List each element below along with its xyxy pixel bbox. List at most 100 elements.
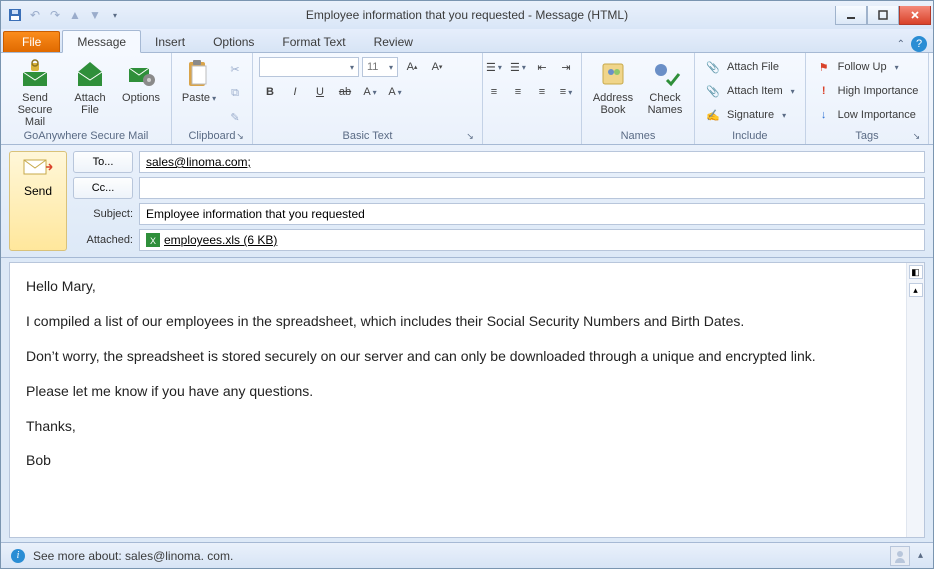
- ribbon-tabs: File Message Insert Options Format Text …: [1, 29, 933, 53]
- paperclip-icon: 📎: [705, 59, 721, 75]
- body-line: I compiled a list of our employees in th…: [26, 312, 890, 331]
- group-zoom: Zoom Zoom: [929, 53, 934, 144]
- tab-file[interactable]: File: [3, 31, 60, 52]
- envelope-gear-icon: [125, 58, 157, 90]
- tab-options[interactable]: Options: [199, 31, 268, 52]
- high-importance-button[interactable]: !High Importance: [812, 80, 923, 102]
- tab-message[interactable]: Message: [62, 30, 141, 53]
- underline-button[interactable]: U: [309, 81, 331, 103]
- statusbar: i See more about: sales@linoma. com. ▴: [1, 542, 933, 568]
- tab-format-text[interactable]: Format Text: [268, 31, 359, 52]
- close-button[interactable]: [899, 6, 931, 25]
- window-title: Employee information that you requested …: [306, 8, 628, 22]
- signature-button[interactable]: ✍Signature▾: [701, 104, 799, 126]
- group-paragraph: ☰▾ ☰▾ ⇤ ⇥ ≡ ≡ ≡ ≡▾: [483, 53, 582, 144]
- body-line: Don’t worry, the spreadsheet is stored s…: [26, 347, 890, 366]
- to-button[interactable]: To...: [73, 151, 133, 173]
- compose-header: Send To... sales@linoma.com; Cc... Subje…: [1, 145, 933, 258]
- people-pane-toggle-icon[interactable]: ▴: [918, 550, 923, 561]
- format-painter-button[interactable]: ✎: [224, 106, 246, 128]
- numbering-button[interactable]: ☰▾: [507, 56, 529, 78]
- check-names-icon: [649, 58, 681, 90]
- subject-label: Subject:: [73, 208, 133, 220]
- shrink-font-button[interactable]: A▾: [426, 56, 448, 78]
- tab-insert[interactable]: Insert: [141, 31, 199, 52]
- font-name-combo[interactable]: ▾: [259, 57, 359, 77]
- ribbon-collapse-icon[interactable]: ⌃: [897, 39, 905, 50]
- undo-icon[interactable]: ↶: [27, 7, 43, 23]
- tab-review[interactable]: Review: [360, 31, 427, 52]
- body-line: Thanks,: [26, 417, 890, 436]
- titlebar: ↶ ↷ ▲ ▼ ▾ Employee information that you …: [1, 1, 933, 29]
- italic-button[interactable]: I: [284, 81, 306, 103]
- align-right-button[interactable]: ≡: [531, 81, 553, 103]
- check-names-button[interactable]: Check Names: [642, 56, 688, 116]
- font-size-combo[interactable]: 11▾: [362, 57, 398, 77]
- secure-options-button[interactable]: Options: [117, 56, 165, 104]
- bullets-button[interactable]: ☰▾: [483, 56, 505, 78]
- next-item-icon[interactable]: ▼: [87, 7, 103, 23]
- contact-avatar[interactable]: [890, 546, 910, 566]
- envelope-send-icon: [22, 158, 54, 178]
- line-spacing-button[interactable]: ≡▾: [555, 81, 577, 103]
- highlight-button[interactable]: A▾: [359, 81, 381, 103]
- cut-button[interactable]: ✂: [224, 58, 246, 80]
- outdent-button[interactable]: ⇤: [531, 56, 553, 78]
- follow-up-button[interactable]: ⚑Follow Up▾: [812, 56, 923, 78]
- save-icon[interactable]: [7, 7, 23, 23]
- previous-item-icon[interactable]: ▲: [67, 7, 83, 23]
- secure-attach-file-button[interactable]: Attach File: [67, 56, 113, 116]
- group-label: Basic Text: [343, 130, 393, 142]
- indent-button[interactable]: ⇥: [555, 56, 577, 78]
- window-controls: [835, 6, 933, 25]
- body-line: Bob: [26, 451, 890, 470]
- attach-item-button[interactable]: 📎Attach Item▾: [701, 80, 799, 102]
- scroll-up-icon[interactable]: ▴: [909, 283, 923, 297]
- ruler-toggle-icon[interactable]: ◧: [909, 265, 923, 279]
- scissors-icon: ✂: [230, 63, 239, 76]
- dialog-launcher-icon[interactable]: ↘: [910, 130, 922, 142]
- cc-field[interactable]: [139, 177, 925, 199]
- paste-button[interactable]: Paste▾: [178, 56, 220, 105]
- redo-icon[interactable]: ↷: [47, 7, 63, 23]
- group-goanywhere: Send Secure Mail Attach File Options GoA…: [1, 53, 172, 144]
- outlook-compose-window: ↶ ↷ ▲ ▼ ▾ Employee information that you …: [0, 0, 934, 569]
- excel-file-icon: X: [146, 233, 160, 247]
- clipboard-icon: [183, 58, 215, 90]
- qat-customize-icon[interactable]: ▾: [107, 7, 123, 23]
- cc-button[interactable]: Cc...: [73, 177, 133, 199]
- info-icon[interactable]: i: [11, 549, 25, 563]
- to-field[interactable]: sales@linoma.com;: [139, 151, 925, 173]
- down-arrow-icon: ↓: [816, 107, 832, 123]
- group-tags: ⚑Follow Up▾ !High Importance ↓Low Import…: [806, 53, 930, 144]
- align-left-button[interactable]: ≡: [483, 81, 505, 103]
- copy-button[interactable]: ⧉: [224, 82, 246, 104]
- group-basic-text: ▾ 11▾ A▴ A▾ B I U ab A▾ A▾ Basic Text ↘: [253, 53, 483, 144]
- grow-font-button[interactable]: A▴: [401, 56, 423, 78]
- attachment-item[interactable]: X employees.xls (6 KB): [139, 229, 925, 251]
- message-body[interactable]: Hello Mary, I compiled a list of our emp…: [10, 263, 906, 537]
- group-label: Names: [588, 130, 688, 144]
- subject-field[interactable]: Employee information that you requested: [139, 203, 925, 225]
- send-button[interactable]: Send: [9, 151, 67, 251]
- address-book-button[interactable]: Address Book: [588, 56, 638, 116]
- attach-item-icon: 📎: [705, 83, 721, 99]
- envelope-open-icon: [74, 58, 106, 90]
- status-text: See more about: sales@linoma. com.: [33, 549, 233, 563]
- group-label: Clipboard: [188, 130, 235, 142]
- bold-button[interactable]: B: [259, 81, 281, 103]
- dialog-launcher-icon[interactable]: ↘: [464, 130, 476, 142]
- send-secure-mail-button[interactable]: Send Secure Mail: [7, 56, 63, 128]
- body-line: Hello Mary,: [26, 277, 890, 296]
- font-color-button[interactable]: A▾: [384, 81, 406, 103]
- minimize-button[interactable]: [835, 6, 867, 25]
- attach-file-button[interactable]: 📎Attach File: [701, 56, 799, 78]
- low-importance-button[interactable]: ↓Low Importance: [812, 104, 923, 126]
- quick-access-toolbar: ↶ ↷ ▲ ▼ ▾: [1, 7, 123, 23]
- help-icon[interactable]: ?: [911, 36, 927, 52]
- group-label: GoAnywhere Secure Mail: [7, 130, 165, 144]
- maximize-button[interactable]: [867, 6, 899, 25]
- strikethrough-button[interactable]: ab: [334, 81, 356, 103]
- dialog-launcher-icon[interactable]: ↘: [234, 130, 246, 142]
- align-center-button[interactable]: ≡: [507, 81, 529, 103]
